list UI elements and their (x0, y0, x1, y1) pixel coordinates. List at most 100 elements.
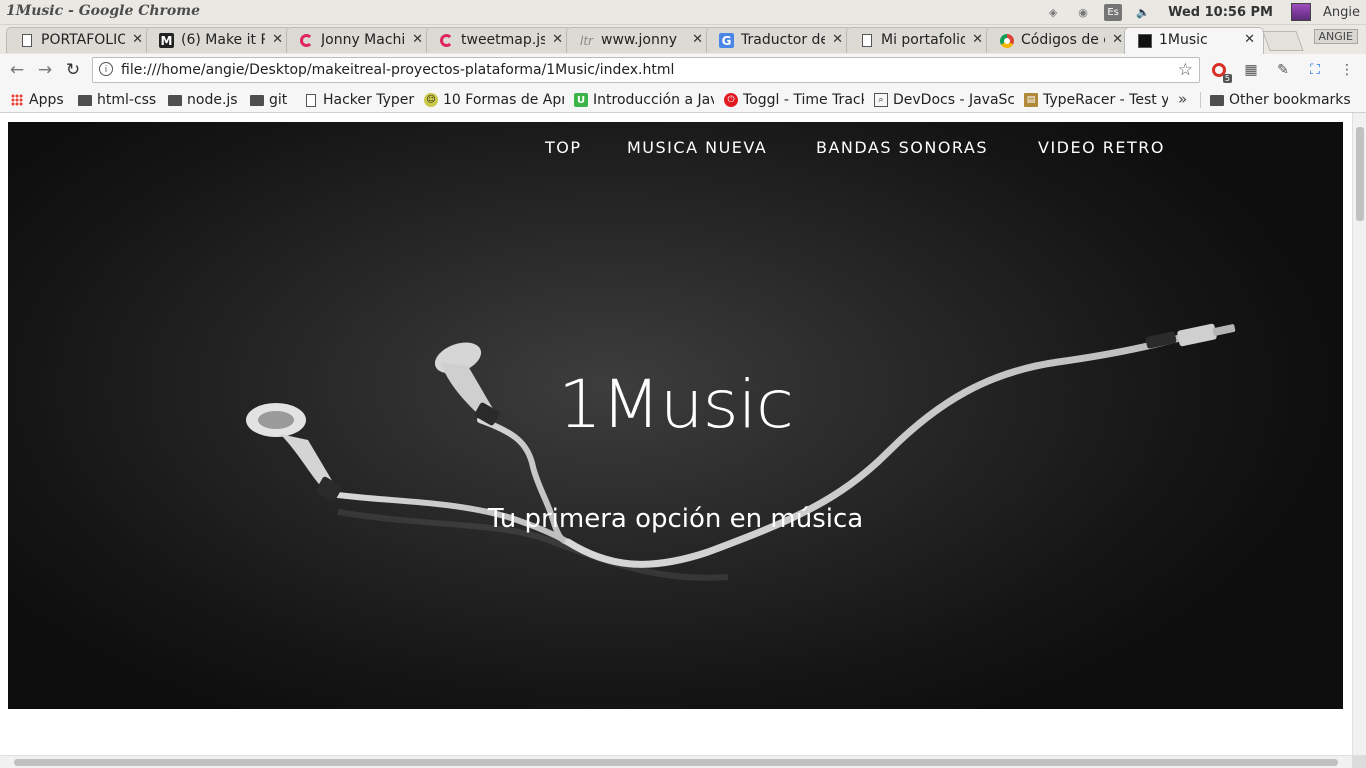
tab-traductor[interactable]: G Traductor de Google ✕ (706, 27, 852, 53)
window-titlebar: 1Music - Google Chrome ◈ ◉ Es 🔈 Wed 10:5… (0, 0, 1366, 25)
hero-title: 1Music (558, 366, 794, 443)
chrome-icon (999, 33, 1014, 48)
bookmark-toggl[interactable]: ⏻ Toggl - Time Tracker (724, 90, 864, 110)
bookmark-label: Toggl - Time Tracker (743, 92, 864, 108)
address-bar[interactable]: i file:///home/angie/Desktop/makeitreal-… (92, 57, 1200, 83)
tab-label: (6) Make it Real (181, 32, 265, 48)
tab-label: www.jonny (601, 32, 678, 48)
document-icon (304, 93, 318, 107)
bookmark-label: Hacker Typer (323, 92, 415, 108)
bookmark-hacker-typer[interactable]: Hacker Typer (304, 90, 418, 110)
udemy-icon: U (574, 93, 588, 107)
bookmark-nodejs[interactable]: node.js (168, 90, 244, 110)
back-button[interactable]: ← (6, 60, 28, 80)
tab-label: Traductor de Google (741, 32, 825, 48)
bookmarks-bar: Apps html-css node.js git Hacker Typer ☺… (0, 88, 1366, 113)
close-icon[interactable]: ✕ (132, 32, 143, 47)
document-icon (859, 33, 874, 48)
volume-icon[interactable]: 🔈 (1134, 4, 1152, 20)
vertical-scroll-thumb[interactable] (1356, 127, 1364, 221)
tab-label: Códigos de colores (1021, 32, 1105, 48)
forward-button[interactable]: → (34, 60, 56, 80)
grid-extension-icon[interactable]: ▦ (1242, 61, 1260, 79)
network-icon[interactable]: ◉ (1074, 4, 1092, 20)
user-name[interactable]: Angie (1323, 5, 1360, 20)
folder-icon (168, 93, 182, 107)
bookmark-label: Other bookmarks (1229, 92, 1351, 108)
clock[interactable]: Wed 10:56 PM (1168, 5, 1273, 20)
bookmark-10-formas[interactable]: ☺ 10 Formas de Aprender (424, 90, 564, 110)
reload-button[interactable]: ↻ (62, 60, 84, 80)
tab-codigos-colores[interactable]: Códigos de colores ✕ (986, 27, 1132, 53)
window-title: 1Music - Google Chrome (6, 3, 200, 19)
close-icon[interactable]: ✕ (412, 32, 423, 47)
folder-icon (1210, 93, 1224, 107)
tab-label: Mi portafolio (881, 32, 965, 48)
bookmark-label: node.js (187, 92, 238, 108)
screen-capture-icon[interactable]: ⛶ (1306, 61, 1324, 79)
typeracer-icon: ▤ (1024, 93, 1038, 107)
makeitreal-icon: M (159, 33, 174, 48)
info-icon[interactable]: i (99, 62, 113, 76)
main-navigation: TOP MUSICA NUEVA BANDAS SONORAS VIDEO RE… (8, 138, 1343, 160)
tab-label: Jonny Machine (321, 32, 405, 48)
eyedropper-icon[interactable]: ✎ (1274, 61, 1292, 79)
dropbox-icon[interactable]: ◈ (1044, 4, 1062, 20)
bookmark-star-icon[interactable]: ☆ (1178, 60, 1193, 80)
scrollbar-corner (1352, 755, 1366, 768)
close-icon[interactable]: ✕ (552, 32, 563, 47)
bookmark-html-css[interactable]: html-css (78, 90, 162, 110)
extension-badge: 5 (1222, 74, 1232, 83)
tab-portafolio[interactable]: PORTAFOLIO ✕ (6, 27, 152, 53)
opera-extension-icon[interactable]: 5 (1210, 61, 1232, 83)
bookmark-apps[interactable]: Apps (10, 90, 72, 110)
tab-jonny-machine[interactable]: Jonny Machine ✕ (286, 27, 432, 53)
close-icon[interactable]: ✕ (272, 32, 283, 47)
other-bookmarks[interactable]: Other bookmarks (1210, 90, 1360, 110)
folder-icon (78, 93, 92, 107)
bookmark-devdocs[interactable]: ⌕ DevDocs - JavaScript (874, 90, 1014, 110)
apps-grid-icon (10, 93, 24, 107)
spiral-icon (439, 33, 454, 48)
close-icon[interactable]: ✕ (832, 32, 843, 47)
profile-button[interactable]: ANGIE (1313, 29, 1358, 44)
tab-label: tweetmap.js (461, 32, 545, 48)
tab-label: 1Music (1159, 32, 1208, 48)
tab-1music[interactable]: 1Music ✕ (1124, 27, 1264, 55)
horizontal-scroll-thumb[interactable] (14, 759, 1338, 766)
bookmark-introduccion-java[interactable]: U Introducción a Java (574, 90, 714, 110)
keyboard-layout-indicator[interactable]: Es (1104, 3, 1123, 21)
tab-makeitreal[interactable]: M (6) Make it Real ✕ (146, 27, 292, 53)
close-icon[interactable]: ✕ (692, 32, 703, 47)
close-icon[interactable]: ✕ (972, 32, 983, 47)
bookmark-label: DevDocs - JavaScript (893, 92, 1014, 108)
bookmark-git[interactable]: git (250, 90, 296, 110)
page-icon (1137, 33, 1152, 48)
ltr-icon: ltr (580, 33, 593, 48)
page-viewport: TOP MUSICA NUEVA BANDAS SONORAS VIDEO RE… (0, 113, 1352, 755)
nav-link-video-retro[interactable]: VIDEO RETRO (1038, 138, 1165, 157)
menu-icon[interactable]: ⋮ (1338, 61, 1356, 79)
bookmark-label: Apps (29, 92, 64, 108)
vertical-scrollbar[interactable] (1352, 113, 1366, 755)
close-icon[interactable]: ✕ (1112, 32, 1123, 47)
tab-label: PORTAFOLIO (41, 32, 125, 48)
folder-icon (250, 93, 264, 107)
nav-link-bandas-sonoras[interactable]: BANDAS SONORAS (816, 138, 988, 157)
tab-tweetmap[interactable]: tweetmap.js ✕ (426, 27, 572, 53)
smiley-icon: ☺ (424, 93, 438, 107)
nav-link-musica-nueva[interactable]: MUSICA NUEVA (627, 138, 767, 157)
nav-link-top[interactable]: TOP (545, 138, 582, 157)
devdocs-icon: ⌕ (874, 93, 888, 107)
tab-mi-portafolio[interactable]: Mi portafolio ✕ (846, 27, 992, 53)
tab-www-jonny[interactable]: ltr www.jonny ✕ (566, 27, 712, 53)
tab-strip: PORTAFOLIO ✕ M (6) Make it Real ✕ Jonny … (0, 25, 1366, 55)
user-avatar-icon[interactable] (1291, 3, 1311, 21)
new-tab-button[interactable] (1262, 31, 1304, 51)
bookmark-typeracer[interactable]: ▤ TypeRacer - Test your (1024, 90, 1168, 110)
horizontal-scrollbar[interactable] (0, 755, 1352, 768)
bookmarks-overflow-chevron[interactable]: » (1178, 90, 1187, 108)
document-icon (19, 33, 34, 48)
close-icon[interactable]: ✕ (1244, 32, 1255, 47)
url-text[interactable]: file:///home/angie/Desktop/makeitreal-pr… (121, 62, 674, 78)
